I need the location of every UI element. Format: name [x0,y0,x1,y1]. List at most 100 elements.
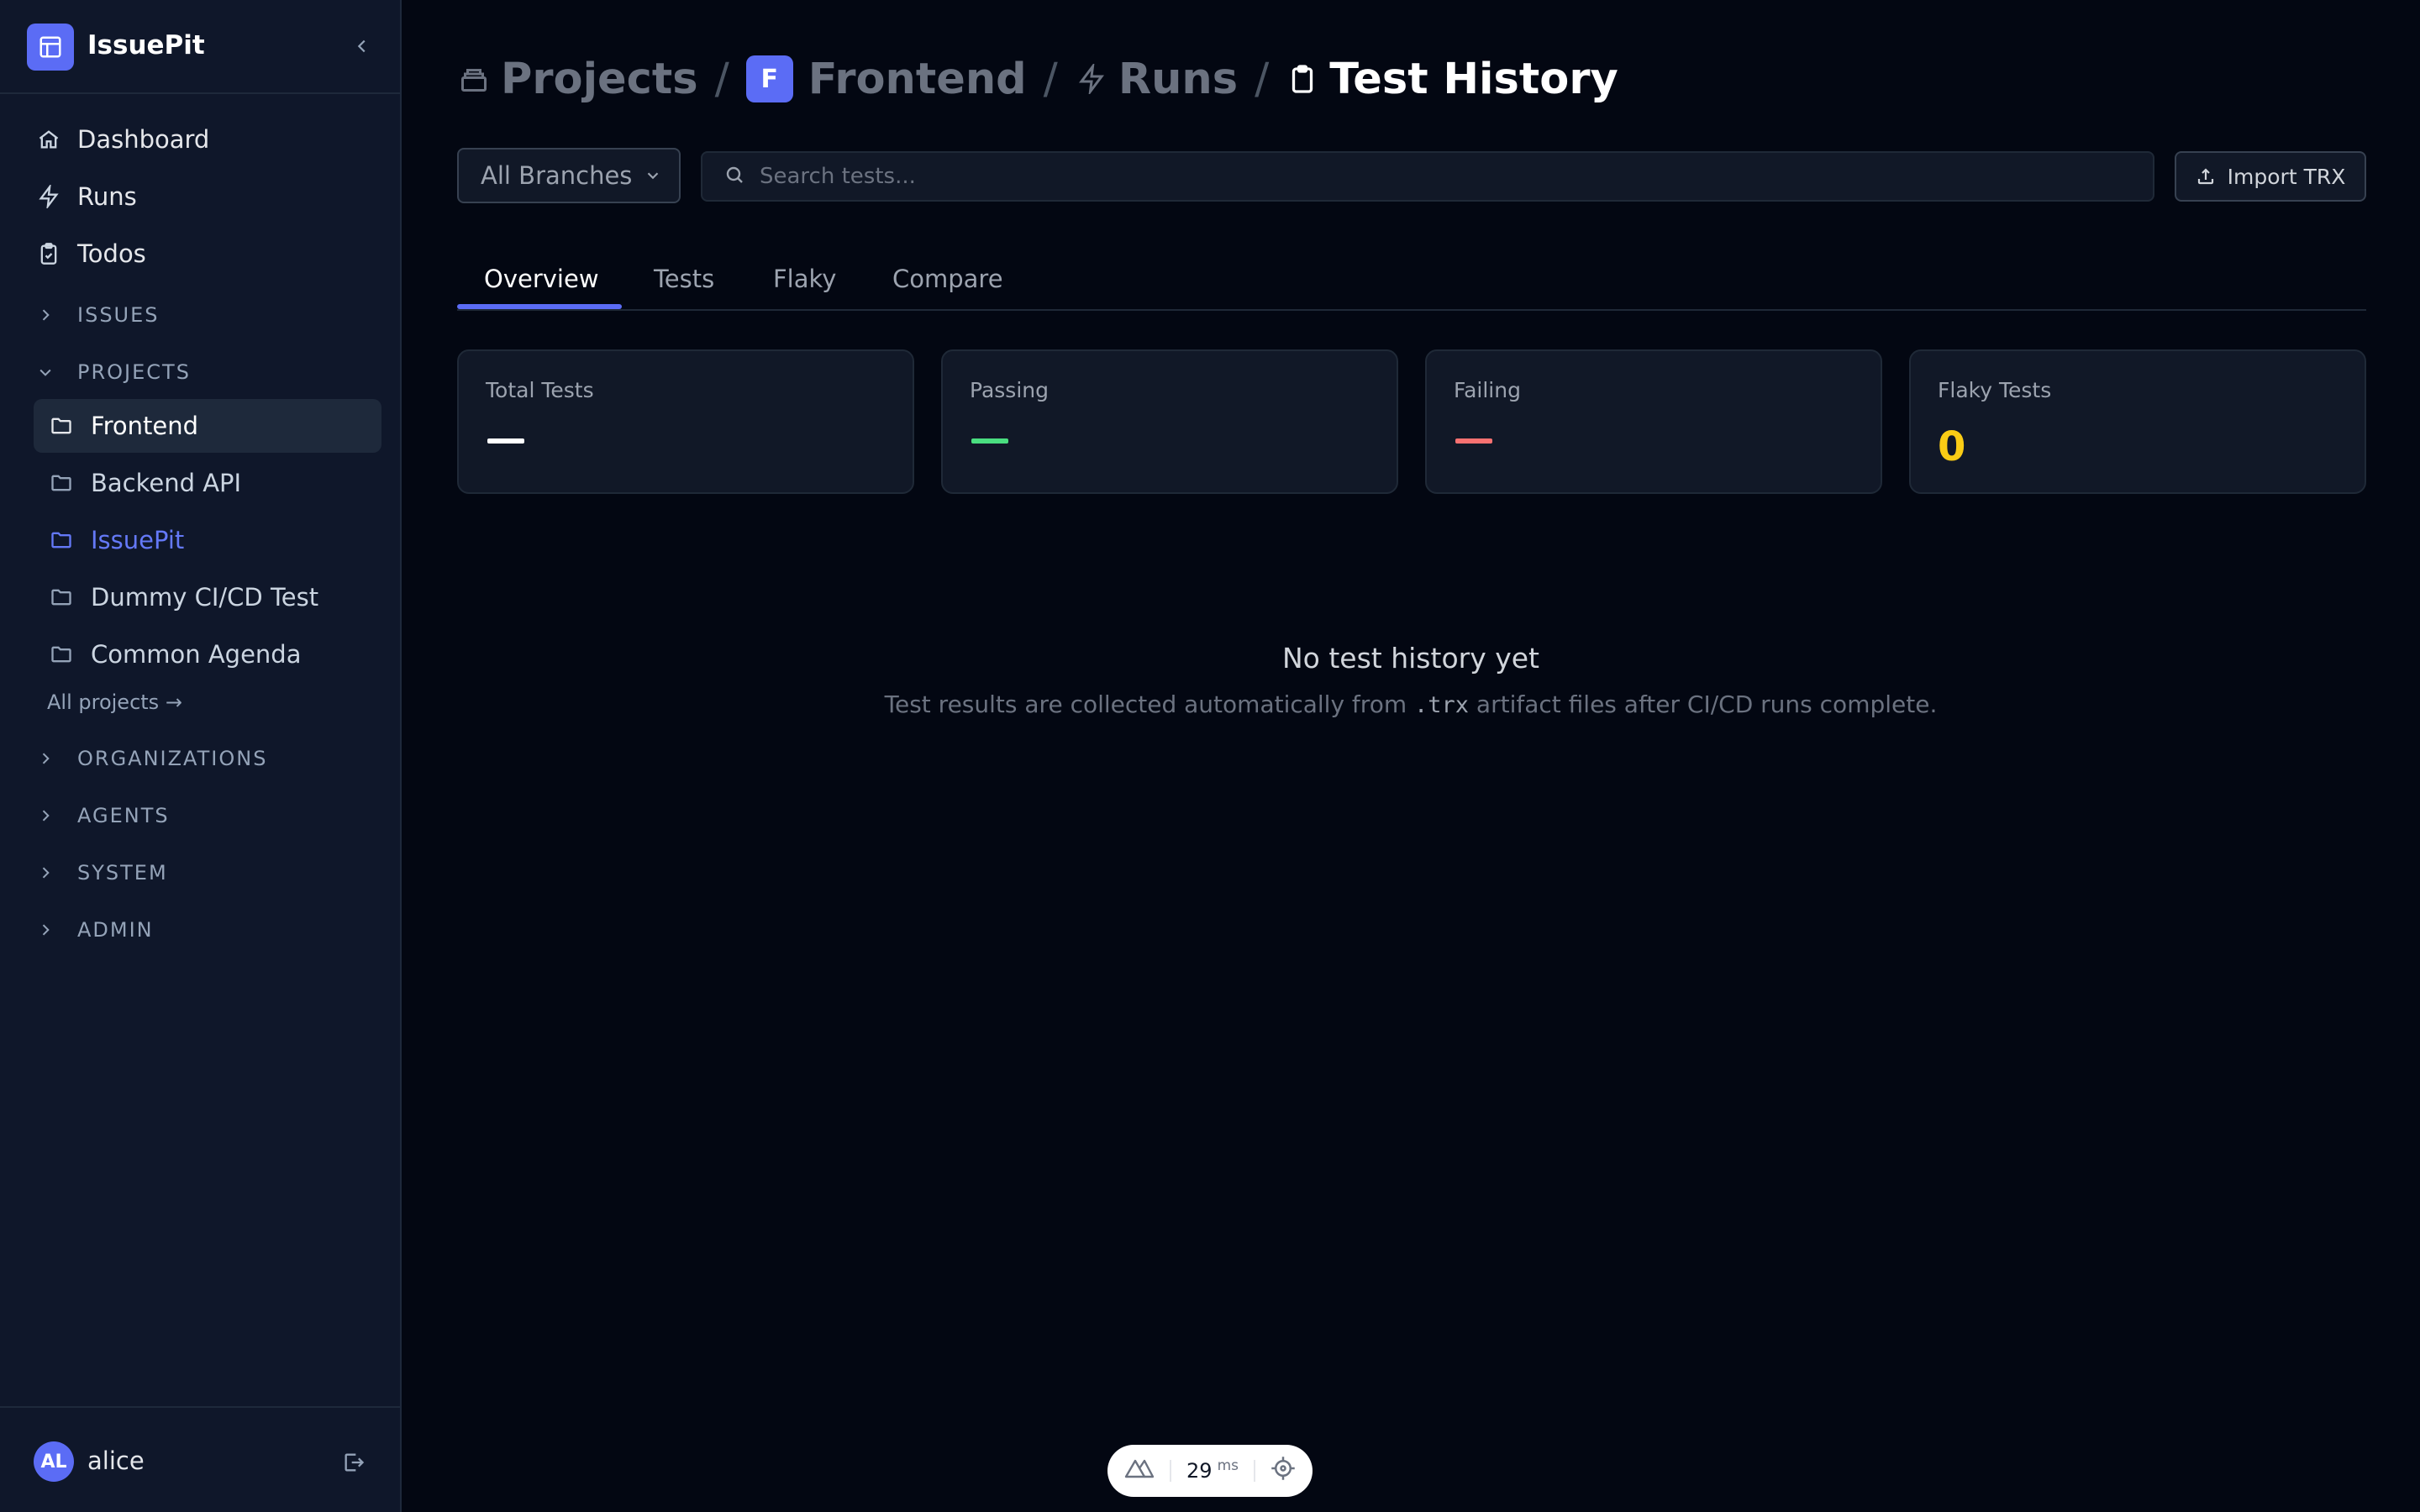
breadcrumb-separator: / [1043,54,1058,104]
section-organizations[interactable]: ORGANIZATIONS [34,738,267,780]
section-label: PROJECTS [77,360,191,384]
empty-desc-after: artifact files after CI/CD runs complete… [1469,690,1938,718]
chevron-right-icon [34,747,57,770]
project-label: Frontend [91,412,198,440]
section-admin[interactable]: ADMIN [34,909,154,951]
nav-label: Dashboard [77,125,210,154]
branch-select[interactable]: All Branches [457,148,681,203]
section-label: ORGANIZATIONS [77,747,268,770]
nav-label: Runs [77,182,137,211]
chevron-down-icon [644,166,662,185]
home-icon [34,124,64,155]
stat-empty-dash [1455,438,1492,444]
breadcrumb-frontend[interactable]: F Frontend [745,54,1027,104]
logout-icon[interactable] [339,1448,368,1477]
upload-icon [2196,166,2216,186]
breadcrumb-label: Projects [501,54,698,104]
empty-desc-before: Test results are collected automatically… [884,690,1414,718]
divider [1253,1460,1255,1482]
app-logo-icon[interactable] [27,24,74,71]
chevron-right-icon [34,861,57,885]
project-item-frontend[interactable]: Frontend [34,399,381,453]
section-label: ADMIN [77,918,154,942]
section-agents[interactable]: AGENTS [34,795,170,837]
project-item-backend-api[interactable]: Backend API [34,456,381,510]
empty-state-description: Test results are collected automatically… [402,690,2420,718]
breadcrumb: Projects / F Frontend / Runs / Test Hist… [457,52,1618,106]
stat-label: Total Tests [486,378,594,402]
folder-icon [47,526,76,554]
empty-desc-code: .trx [1414,692,1470,718]
nav-dashboard[interactable]: Dashboard [34,114,209,165]
breadcrumb-separator: / [714,54,729,104]
search-icon [724,165,744,188]
chevron-right-icon [34,918,57,942]
clipboard-check-icon [34,239,64,269]
project-badge: F [745,55,793,102]
sidebar: IssuePit Dashboard Runs Todos ISSUES PRO… [0,0,402,1512]
stat-label: Flaky Tests [1938,378,2052,402]
devtools-bar: 29 ms [1107,1445,1313,1497]
tab-tests[interactable]: Tests [654,249,714,309]
tab-bar: Overview Tests Flaky Compare [457,249,2366,311]
sidebar-footer: AL alice [0,1406,400,1512]
all-projects-link[interactable]: All projects → [47,690,182,714]
collapse-sidebar-icon[interactable] [350,34,375,59]
avatar[interactable]: AL [34,1441,74,1482]
bolt-icon [34,181,64,212]
chevron-right-icon [34,804,57,827]
section-system[interactable]: SYSTEM [34,852,168,894]
crosshair-icon[interactable] [1270,1456,1296,1486]
breadcrumb-projects[interactable]: Projects [457,55,698,104]
clipboard-icon [1286,62,1319,96]
nav-runs[interactable]: Runs [34,171,137,222]
main-content: Projects / F Frontend / Runs / Test Hist… [402,0,2420,1512]
breadcrumb-label: Frontend [808,54,1027,104]
breadcrumb-separator: / [1255,54,1270,104]
render-time-unit: ms [1217,1457,1239,1474]
tab-flaky[interactable]: Flaky [773,249,836,309]
project-item-dummy-cicd-test[interactable]: Dummy CI/CD Test [34,570,381,624]
search-input[interactable] [758,163,2106,190]
stat-card-total: Total Tests [457,349,914,494]
search-box[interactable] [701,151,2154,202]
stat-empty-dash [971,438,1008,444]
archive-icon [457,62,491,96]
nuxt-logo-icon[interactable] [1124,1457,1155,1484]
breadcrumb-current: Test History [1286,55,1618,104]
folder-icon [47,469,76,497]
import-trx-button[interactable]: Import TRX [2175,151,2366,202]
breadcrumb-label: Runs [1118,54,1239,104]
project-label: Backend API [91,469,242,497]
branch-select-label: All Branches [481,161,633,190]
section-label: AGENTS [77,804,170,827]
project-label: Common Agenda [91,640,302,669]
folder-icon [47,640,76,669]
tab-overview[interactable]: Overview [484,249,599,309]
tab-compare[interactable]: Compare [892,249,1003,309]
render-time: 29 [1186,1459,1213,1483]
chevron-right-icon [34,303,57,327]
folder-icon [47,583,76,612]
import-trx-label: Import TRX [2227,164,2346,189]
section-label: ISSUES [77,303,160,327]
stat-card-flaky: Flaky Tests 0 [1909,349,2366,494]
stat-label: Passing [970,378,1049,402]
chevron-down-icon [34,360,57,384]
stat-card-passing: Passing [941,349,1398,494]
breadcrumb-runs[interactable]: Runs [1075,55,1238,104]
section-projects[interactable]: PROJECTS [34,351,191,393]
stat-card-failing: Failing [1425,349,1882,494]
section-issues[interactable]: ISSUES [34,294,160,336]
divider [1170,1460,1172,1482]
sidebar-header: IssuePit [0,0,400,94]
stat-empty-dash [487,438,524,444]
project-label: IssuePit [91,526,185,554]
bolt-icon [1075,62,1108,96]
app-name: IssuePit [87,30,205,60]
nav-todos[interactable]: Todos [34,228,146,279]
project-item-common-agenda[interactable]: Common Agenda [34,627,381,681]
project-item-issuepit[interactable]: IssuePit [34,513,381,567]
stat-label: Failing [1454,378,1521,402]
stat-value: 0 [1938,423,1966,470]
